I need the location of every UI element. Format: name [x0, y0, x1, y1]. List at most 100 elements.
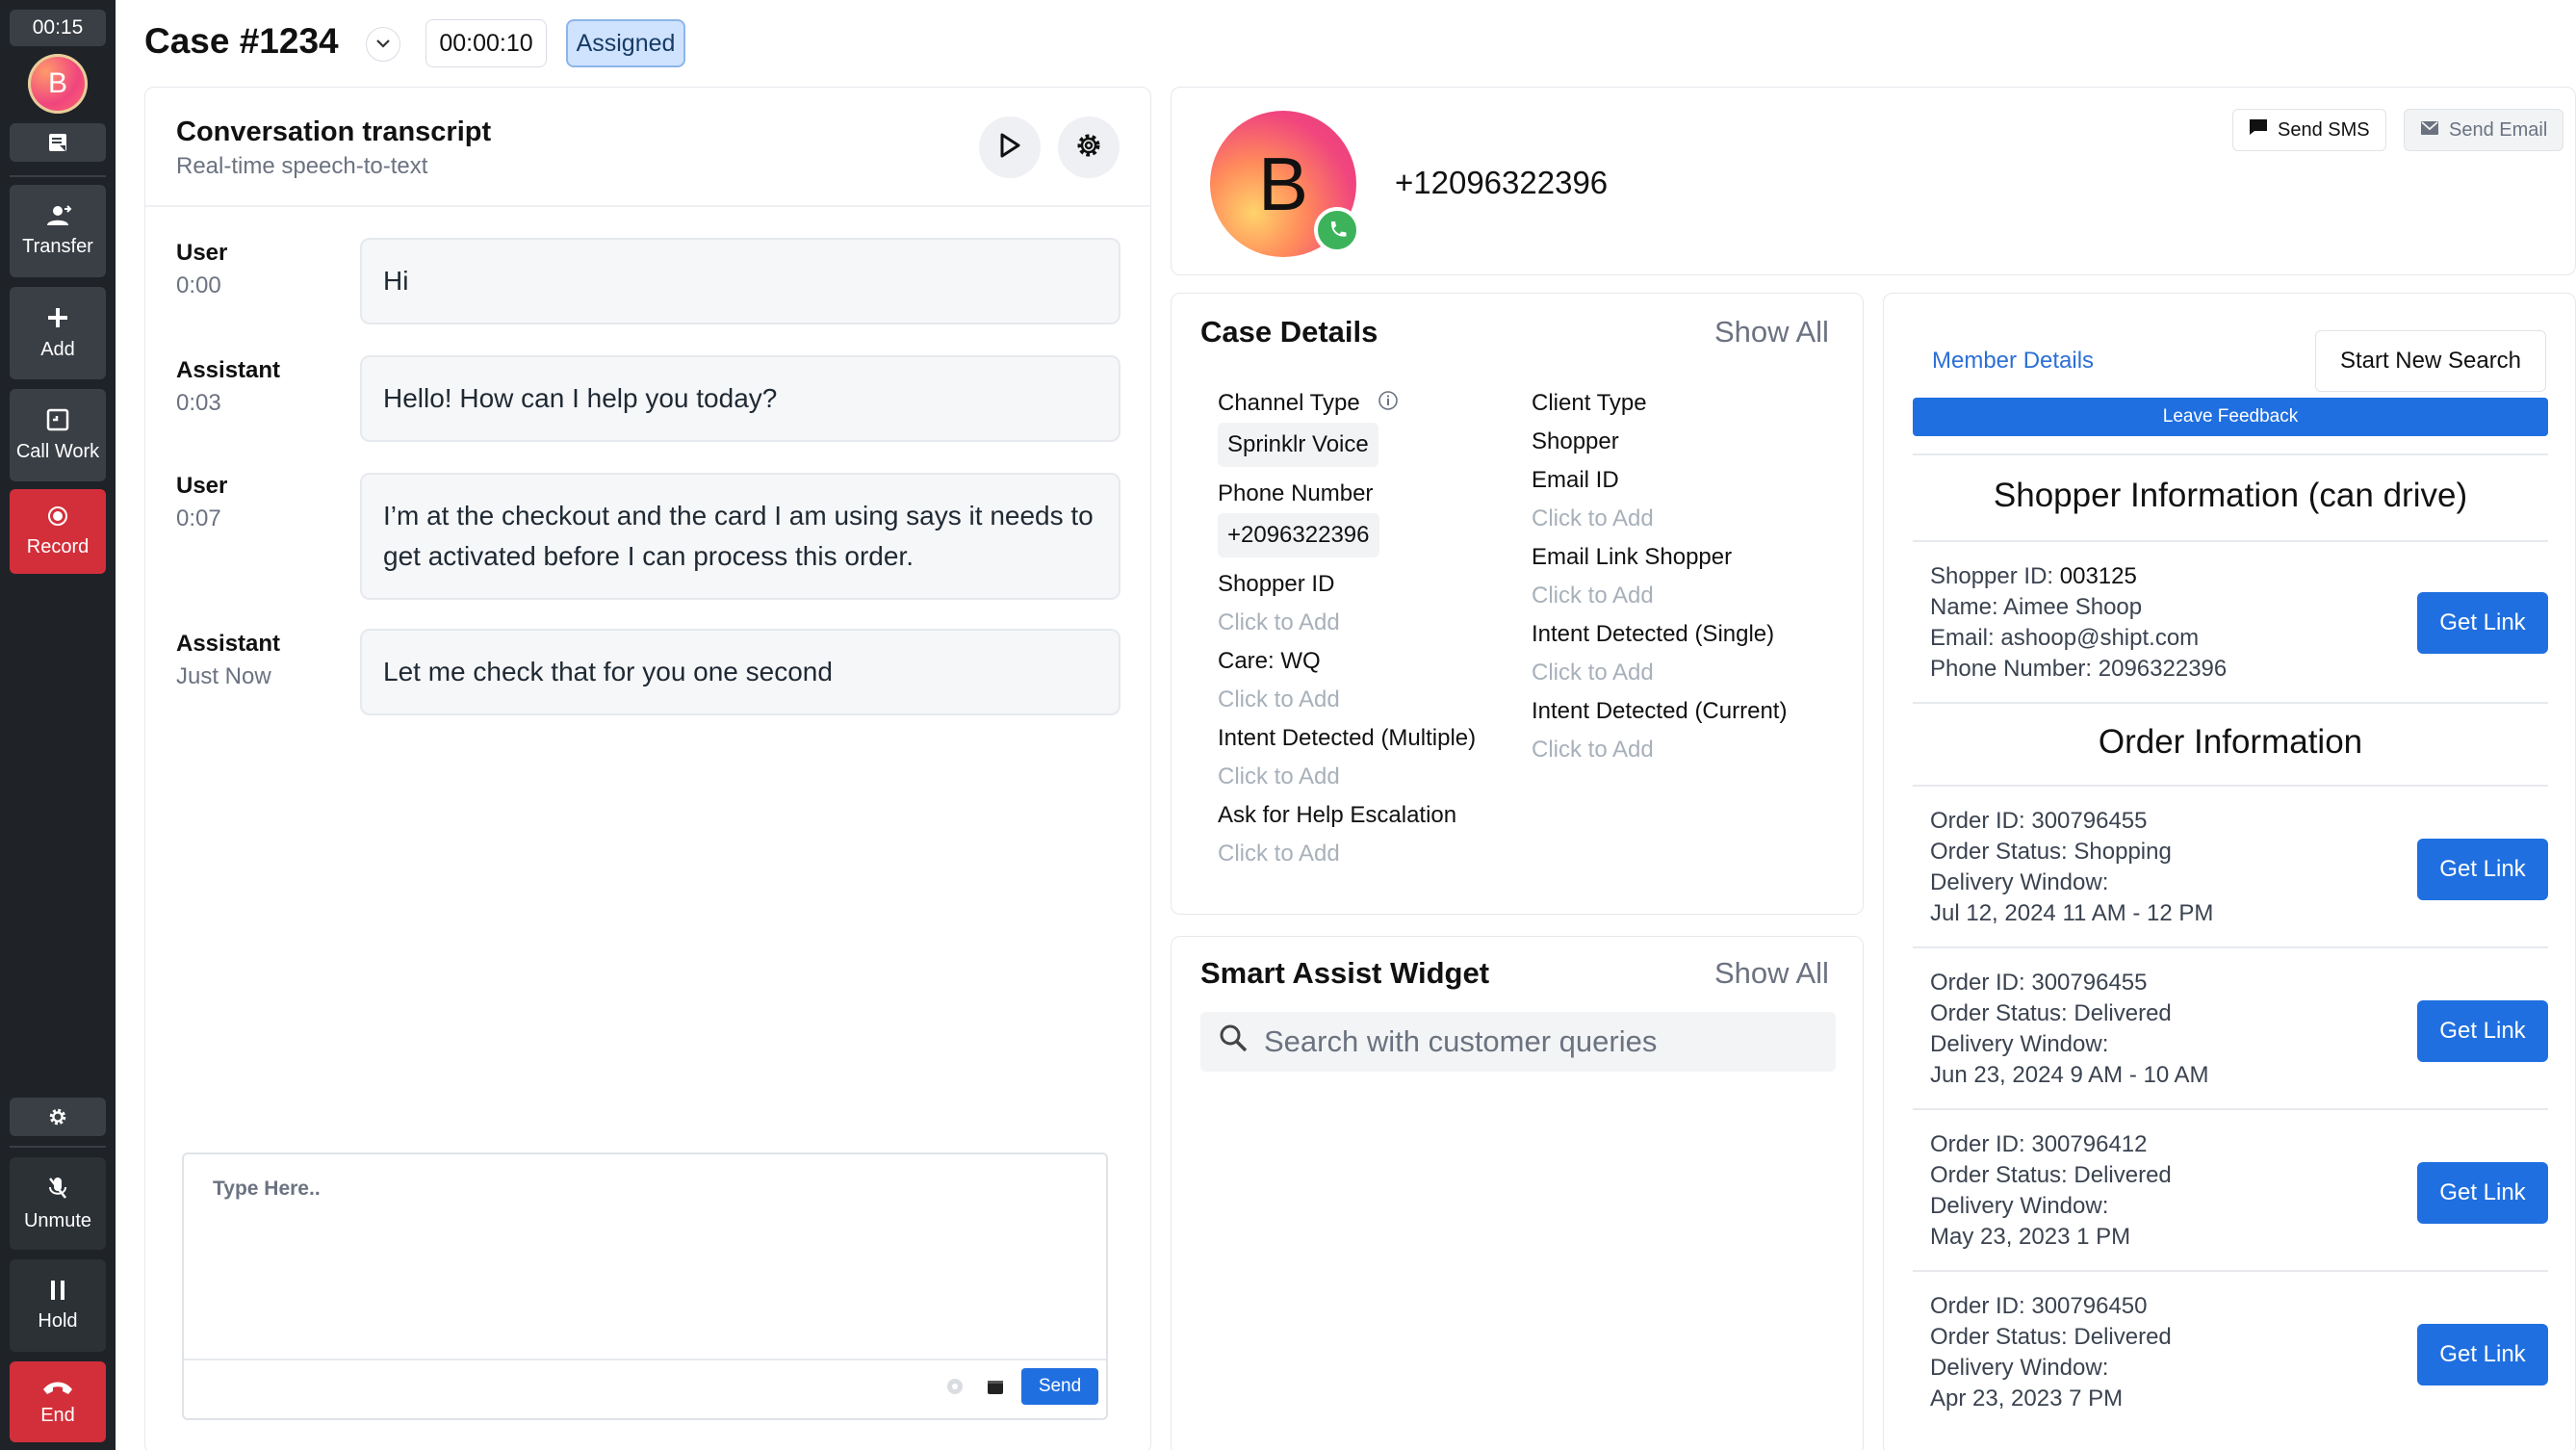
unmute-label: Unmute	[23, 1209, 92, 1231]
case-timer: 00:00:10	[425, 19, 547, 67]
order-get-link-button[interactable]: Get Link	[2417, 1162, 2548, 1224]
shopper-id-row: Shopper ID: 003125	[1930, 561, 2227, 592]
add-button[interactable]: Add	[10, 287, 106, 379]
shopper-name: Name: Aimee Shoop	[1930, 594, 2143, 620]
message-role: Assistant	[176, 631, 281, 657]
delivery-window-label: Delivery Window:	[1930, 1355, 2109, 1381]
order-status: Order Status: Delivered	[1930, 1162, 2172, 1188]
divider	[1913, 946, 2548, 948]
transfer-button[interactable]: Transfer	[10, 185, 106, 277]
order-get-link-button[interactable]: Get Link	[2417, 1324, 2548, 1385]
hold-button[interactable]: Hold	[10, 1259, 106, 1352]
shopper-info: Shopper ID: 003125 Name: Aimee Shoop Ema…	[1930, 561, 2227, 685]
settings-button[interactable]	[10, 1098, 106, 1136]
mail-icon	[2420, 119, 2439, 142]
intent-single-add[interactable]: Click to Add	[1532, 660, 1654, 686]
email-link-add[interactable]: Click to Add	[1532, 583, 1654, 609]
page-title: Case #1234	[144, 21, 339, 61]
unmute-button[interactable]: Unmute	[10, 1157, 106, 1250]
chevron-down-icon	[375, 36, 391, 53]
transcript-settings-button[interactable]	[1058, 117, 1120, 178]
smart-assist-search[interactable]: Search with customer queries	[1200, 1012, 1836, 1072]
avatar[interactable]: B	[28, 54, 88, 114]
gear-icon	[1075, 132, 1102, 164]
search-input[interactable]: Search with customer queries	[1264, 1024, 1657, 1059]
leave-feedback-button[interactable]: Leave Feedback	[1913, 398, 2548, 436]
delivery-window-label: Delivery Window:	[1930, 1031, 2109, 1057]
add-label: Add	[40, 338, 75, 360]
intent-multiple-add[interactable]: Click to Add	[1218, 764, 1340, 790]
send-sms-button[interactable]: Send SMS	[2232, 109, 2386, 151]
call-work-button[interactable]: Call Work	[10, 389, 106, 481]
care-add[interactable]: Click to Add	[1218, 686, 1340, 713]
case-details-panel: Case Details Show All Channel Type Sprin…	[1171, 293, 1864, 915]
order-item: Order ID: 300796412 Order Status: Delive…	[1930, 1129, 2172, 1253]
message-bubble: Hello! How can I help you today?	[360, 355, 1121, 442]
case-dropdown-button[interactable]	[366, 27, 400, 62]
member-details-panel: Member Details Start New Search Leave Fe…	[1883, 293, 2576, 1450]
record-icon	[47, 505, 68, 527]
message-role: Assistant	[176, 357, 281, 383]
channel-type-value[interactable]: Sprinklr Voice	[1218, 423, 1378, 467]
divider	[1913, 453, 2548, 455]
chat-icon	[2249, 118, 2268, 142]
email-link-label: Email Link Shopper	[1532, 544, 1733, 570]
delivery-window: Jul 12, 2024 11 AM - 12 PM	[1930, 900, 2214, 926]
conversation-panel: Conversation transcript Real-time speech…	[144, 87, 1151, 1450]
order-get-link-button[interactable]: Get Link	[2417, 839, 2548, 900]
smart-assist-show-all-link[interactable]: Show All	[1714, 956, 1829, 991]
divider	[1913, 702, 2548, 704]
record-label: Record	[26, 535, 90, 557]
order-status: Order Status: Delivered	[1930, 1324, 2172, 1350]
phone-number-value[interactable]: +2096322396	[1218, 513, 1379, 557]
message-time: Just Now	[176, 663, 271, 689]
start-new-search-button[interactable]: Start New Search	[2315, 330, 2546, 392]
order-id: Order ID: 300796455	[1930, 970, 2148, 996]
customer-phone: +12096322396	[1395, 165, 1609, 200]
emoji-icon[interactable]	[940, 1372, 969, 1401]
case-details-show-all-link[interactable]: Show All	[1714, 315, 1829, 350]
hang-up-icon	[41, 1378, 74, 1395]
attachment-icon[interactable]	[981, 1372, 1010, 1401]
search-icon	[1218, 1023, 1249, 1061]
send-email-button[interactable]: Send Email	[2404, 109, 2564, 151]
message-composer[interactable]: Type Here.. Send	[182, 1152, 1108, 1420]
order-get-link-button[interactable]: Get Link	[2417, 1000, 2548, 1062]
phone-icon	[1314, 207, 1360, 253]
composer-divider	[184, 1359, 1106, 1360]
intent-single-label: Intent Detected (Single)	[1532, 621, 1775, 647]
notes-button[interactable]	[10, 123, 106, 162]
escalation-add[interactable]: Click to Add	[1218, 841, 1340, 867]
record-button[interactable]: Record	[10, 489, 106, 574]
divider	[1913, 1108, 2548, 1110]
tab-member-details[interactable]: Member Details	[1932, 348, 2094, 375]
mic-off-icon	[47, 1176, 68, 1201]
case-details-title: Case Details	[1200, 315, 1378, 349]
intent-current-add[interactable]: Click to Add	[1532, 737, 1654, 764]
rail-divider	[10, 1146, 106, 1148]
end-call-button[interactable]: End	[10, 1361, 106, 1442]
delivery-window-label: Delivery Window:	[1930, 869, 2109, 895]
email-id-add[interactable]: Click to Add	[1532, 505, 1654, 532]
gear-icon	[47, 1106, 68, 1127]
channel-type-label: Channel Type	[1218, 390, 1360, 416]
order-item: Order ID: 300796450 Order Status: Delive…	[1930, 1291, 2172, 1414]
send-button[interactable]: Send	[1021, 1368, 1098, 1405]
shopper-get-link-button[interactable]: Get Link	[2417, 592, 2548, 654]
end-label: End	[40, 1404, 75, 1426]
plus-icon	[46, 306, 69, 329]
message-time: 0:03	[176, 390, 221, 416]
send-sms-label: Send SMS	[2278, 118, 2370, 141]
info-icon[interactable]	[1378, 390, 1399, 416]
delivery-window: Apr 23, 2023 7 PM	[1930, 1385, 2124, 1411]
shopper-id-add[interactable]: Click to Add	[1218, 609, 1340, 636]
call-work-label: Call Work	[15, 440, 100, 462]
play-button[interactable]	[979, 117, 1041, 178]
shopper-phone: Phone Number: 2096322396	[1930, 656, 2228, 682]
composer-placeholder[interactable]: Type Here..	[213, 1178, 321, 1201]
transfer-icon	[43, 204, 72, 226]
order-info-heading: Order Information	[2098, 723, 2363, 761]
care-label: Care: WQ	[1218, 648, 1321, 674]
play-icon	[997, 132, 1022, 164]
message-role: User	[176, 240, 228, 266]
